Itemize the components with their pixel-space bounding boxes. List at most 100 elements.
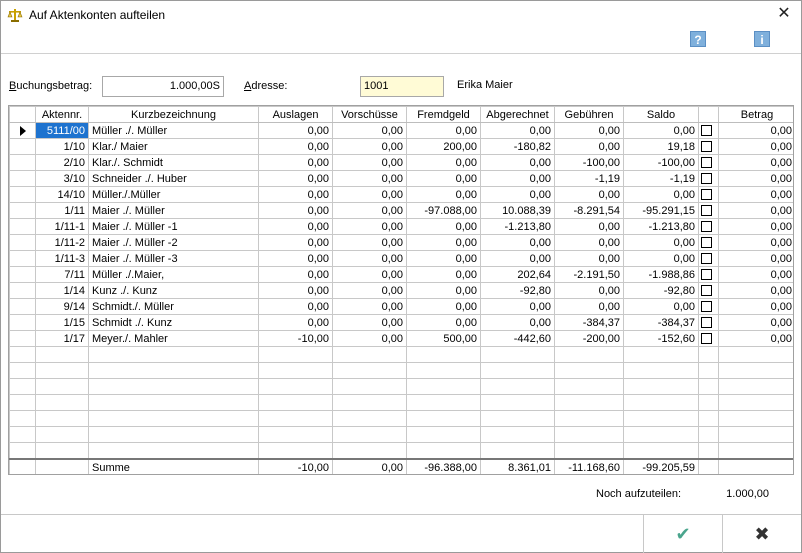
- table-row[interactable]: 1/10 Klar./ Maier 0,00 0,00 200,00 -180,82 0,0…: [9, 138, 793, 155]
- cell-vorschuesse[interactable]: 0,00: [332, 202, 407, 219]
- cell-auslagen[interactable]: [258, 362, 333, 379]
- cell-aktennr[interactable]: [35, 378, 89, 395]
- table-row[interactable]: 1/14 Kunz ./. Kunz 0,00 0,00 0,00 -92,80 0,00-…: [9, 282, 793, 299]
- cell-saldo[interactable]: [623, 410, 699, 427]
- cell-vorschuesse[interactable]: [332, 362, 407, 379]
- cell-abgerechnet[interactable]: [480, 378, 555, 395]
- cell-vorschuesse[interactable]: 0,00: [332, 186, 407, 203]
- cell-auslagen[interactable]: 0,00: [258, 154, 333, 171]
- cell-saldo[interactable]: 0,00: [623, 250, 699, 267]
- cell-checkbox[interactable]: [698, 426, 719, 443]
- cell-kurzbezeichnung[interactable]: [88, 346, 259, 363]
- table-row[interactable]: 14/10 Müller./.Müller 0,00 0,00 0,00 0,00 0,00…: [9, 186, 793, 203]
- cell-gebuehren[interactable]: 0,00: [554, 282, 624, 299]
- cell-checkbox[interactable]: [698, 410, 719, 427]
- cell-gebuehren[interactable]: 0,00: [554, 298, 624, 315]
- cell-abgerechnet[interactable]: 0,00: [480, 186, 555, 203]
- cell-kurzbezeichnung[interactable]: Müller ./.Maier,: [88, 266, 259, 283]
- cell-vorschuesse[interactable]: [332, 426, 407, 443]
- column-header[interactable]: Betrag: [718, 106, 793, 123]
- info-icon[interactable]: i: [754, 31, 770, 47]
- row-checkbox[interactable]: [701, 253, 712, 265]
- ok-button[interactable]: ✔: [644, 515, 722, 553]
- cell-gebuehren[interactable]: -8.291,54: [554, 202, 624, 219]
- cell-checkbox[interactable]: [698, 154, 719, 171]
- cell-checkbox[interactable]: [698, 138, 719, 155]
- row-indicator[interactable]: [9, 410, 36, 427]
- cell-auslagen[interactable]: 0,00: [258, 122, 333, 139]
- cell-fremdgeld[interactable]: 0,00: [406, 186, 481, 203]
- cell-kurzbezeichnung[interactable]: [88, 426, 259, 443]
- cell-betrag[interactable]: [718, 442, 793, 459]
- cell-abgerechnet[interactable]: -92,80: [480, 282, 555, 299]
- cell-vorschuesse[interactable]: 0,00: [332, 170, 407, 187]
- column-header[interactable]: Kurzbezeichnung: [88, 106, 259, 123]
- cell-abgerechnet[interactable]: 0,00: [480, 170, 555, 187]
- cell-abgerechnet[interactable]: -442,60: [480, 330, 555, 347]
- cell-saldo[interactable]: -1.213,80: [623, 218, 699, 235]
- row-indicator[interactable]: [9, 186, 36, 203]
- column-header[interactable]: Gebühren: [554, 106, 624, 123]
- row-indicator[interactable]: [9, 378, 36, 395]
- cell-auslagen[interactable]: 0,00: [258, 170, 333, 187]
- cell-aktennr[interactable]: 1/15: [35, 314, 89, 331]
- cell-auslagen[interactable]: 0,00: [258, 218, 333, 235]
- cell-kurzbezeichnung[interactable]: Schmidt./. Müller: [88, 298, 259, 315]
- cell-gebuehren[interactable]: 0,00: [554, 122, 624, 139]
- row-checkbox[interactable]: [701, 189, 712, 201]
- cell-fremdgeld[interactable]: [406, 362, 481, 379]
- cell-kurzbezeichnung[interactable]: [88, 442, 259, 459]
- cell-kurzbezeichnung[interactable]: [88, 378, 259, 395]
- cell-aktennr[interactable]: 1/11-1: [35, 218, 89, 235]
- cell-fremdgeld[interactable]: 0,00: [406, 250, 481, 267]
- row-checkbox[interactable]: [701, 141, 712, 153]
- cell-kurzbezeichnung[interactable]: Maier ./. Müller -3: [88, 250, 259, 267]
- row-indicator[interactable]: [9, 426, 36, 443]
- cell-gebuehren[interactable]: 0,00: [554, 138, 624, 155]
- cancel-button[interactable]: ✖: [723, 515, 801, 553]
- cell-gebuehren[interactable]: [554, 378, 624, 395]
- cell-kurzbezeichnung[interactable]: Maier ./. Müller -1: [88, 218, 259, 235]
- cell-betrag[interactable]: 0,00: [718, 170, 793, 187]
- cell-vorschuesse[interactable]: [332, 378, 407, 395]
- cell-aktennr[interactable]: 1/11-3: [35, 250, 89, 267]
- cell-aktennr[interactable]: 2/10: [35, 154, 89, 171]
- cell-vorschuesse[interactable]: 0,00: [332, 282, 407, 299]
- cell-gebuehren[interactable]: [554, 442, 624, 459]
- cell-gebuehren[interactable]: 0,00: [554, 234, 624, 251]
- cell-gebuehren[interactable]: [554, 394, 624, 411]
- cell-vorschuesse[interactable]: 0,00: [332, 314, 407, 331]
- cell-auslagen[interactable]: 0,00: [258, 266, 333, 283]
- cell-saldo[interactable]: 19,18: [623, 138, 699, 155]
- column-header[interactable]: Abgerechnet: [480, 106, 555, 123]
- row-checkbox[interactable]: [701, 205, 712, 217]
- cell-aktennr[interactable]: 1/11: [35, 202, 89, 219]
- cell-aktennr[interactable]: 5111/00: [35, 122, 89, 139]
- table-row[interactable]: 2/10 Klar./. Schmidt 0,00 0,00 0,00 0,00 -100,…: [9, 154, 793, 171]
- cell-checkbox[interactable]: [698, 202, 719, 219]
- cell-vorschuesse[interactable]: 0,00: [332, 250, 407, 267]
- cell-auslagen[interactable]: [258, 442, 333, 459]
- cell-auslagen[interactable]: [258, 378, 333, 395]
- table-row[interactable]: 1/11-1 Maier ./. Müller -1 0,00 0,00 0,00 -1.…: [9, 218, 793, 235]
- column-header[interactable]: [9, 106, 36, 123]
- row-indicator[interactable]: [9, 218, 36, 235]
- cell-abgerechnet[interactable]: 0,00: [480, 234, 555, 251]
- cell-fremdgeld[interactable]: [406, 394, 481, 411]
- cell-saldo[interactable]: 0,00: [623, 234, 699, 251]
- cell-aktennr[interactable]: [35, 442, 89, 459]
- cell-checkbox[interactable]: [698, 298, 719, 315]
- cell-vorschuesse[interactable]: 0,00: [332, 298, 407, 315]
- column-header[interactable]: Auslagen: [258, 106, 333, 123]
- cell-vorschuesse[interactable]: [332, 394, 407, 411]
- cell-betrag[interactable]: [718, 410, 793, 427]
- cell-betrag[interactable]: 0,00: [718, 282, 793, 299]
- cell-saldo[interactable]: 0,00: [623, 122, 699, 139]
- cell-saldo[interactable]: -152,60: [623, 330, 699, 347]
- table-row[interactable]: 3/10 Schneider ./. Huber 0,00 0,00 0,00 0,00-…: [9, 170, 793, 187]
- table-row[interactable]: 9/14 Schmidt./. Müller 0,00 0,00 0,00 0,00 0,0…: [9, 298, 793, 315]
- row-indicator[interactable]: [9, 442, 36, 459]
- cell-betrag[interactable]: 0,00: [718, 330, 793, 347]
- cell-fremdgeld[interactable]: 0,00: [406, 154, 481, 171]
- cell-saldo[interactable]: [623, 394, 699, 411]
